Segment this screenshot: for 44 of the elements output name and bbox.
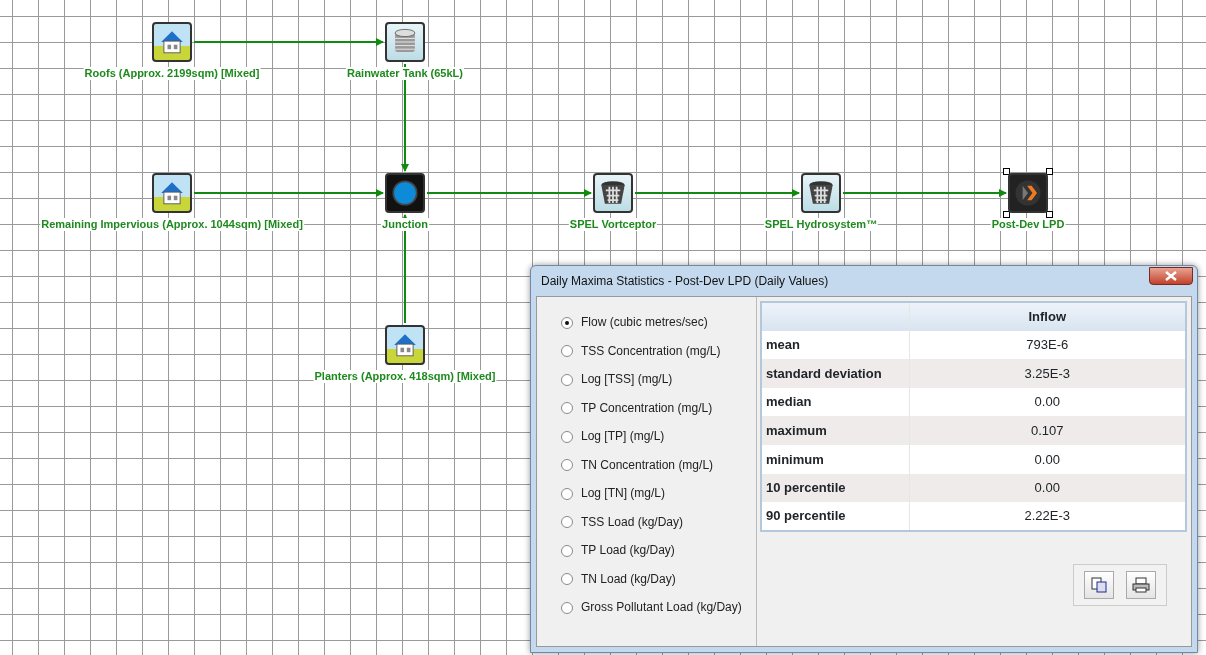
- tank-icon[interactable]: [385, 22, 425, 62]
- table-cell: 0.107: [909, 416, 1186, 445]
- radio-option[interactable]: Gross Pollutant Load (kg/Day): [561, 598, 756, 617]
- table-cell: 0.00: [909, 473, 1186, 503]
- radio-option[interactable]: TP Load (kg/Day): [561, 541, 756, 560]
- row-label: maximum: [761, 416, 909, 445]
- radio-option[interactable]: Flow (cubic metres/sec): [561, 313, 756, 332]
- house-icon[interactable]: [385, 325, 425, 365]
- house-icon[interactable]: [152, 22, 192, 62]
- radio-option[interactable]: TSS Concentration (mg/L): [561, 341, 756, 361]
- copy-icon: [1091, 576, 1107, 593]
- printer-icon: [1132, 576, 1150, 593]
- row-label: 10 percentile: [761, 473, 909, 503]
- window-title: Daily Maxima Statistics - Post-Dev LPD (Daily Values): [541, 273, 829, 290]
- close-button[interactable]: [1149, 267, 1193, 285]
- radio-option[interactable]: Log [TN] (mg/L): [561, 484, 756, 503]
- row-label: 90 percentile: [761, 502, 909, 531]
- house-icon[interactable]: [152, 173, 192, 213]
- table-cell: 0.00: [909, 444, 1186, 474]
- radio-option[interactable]: TN Load (kg/Day): [561, 569, 756, 589]
- row-label: standard deviation: [761, 359, 909, 388]
- node-label: Roofs (Approx. 2199sqm) [Mixed]: [83, 67, 261, 80]
- radio-option[interactable]: TN Concentration (mg/L): [561, 455, 756, 475]
- node-label: SPEL Vortceptor: [568, 218, 658, 231]
- node-label: Junction: [381, 218, 429, 231]
- radio-option[interactable]: Log [TSS] (mg/L): [561, 370, 756, 389]
- close-icon: [1165, 271, 1177, 281]
- print-button[interactable]: [1126, 570, 1156, 599]
- row-label: minimum: [761, 444, 909, 474]
- node-label: Planters (Approx. 418sqm) [Mixed]: [313, 370, 497, 383]
- radio-option[interactable]: TSS Load (kg/Day): [561, 512, 756, 532]
- table-cell: 2.22E-3: [909, 502, 1186, 531]
- radio-option[interactable]: TP Concentration (mg/L): [561, 398, 756, 418]
- node-label: Rainwater Tank (65kL): [346, 67, 464, 80]
- node-label: SPEL Hydrosystem™: [763, 218, 879, 231]
- node-label: Post-Dev LPD: [990, 218, 1066, 231]
- copy-button[interactable]: [1084, 570, 1114, 599]
- radio-option[interactable]: Log [TP] (mg/L): [561, 427, 756, 446]
- table-cell: 3.25E-3: [909, 359, 1186, 388]
- junction-icon[interactable]: [385, 173, 425, 213]
- column-header: Inflow: [909, 302, 1186, 331]
- node-label: Remaining Impervious (Approx. 1044sqm) [Mixed]: [40, 218, 304, 231]
- basket-icon[interactable]: [801, 173, 841, 213]
- basket-icon[interactable]: [593, 173, 633, 213]
